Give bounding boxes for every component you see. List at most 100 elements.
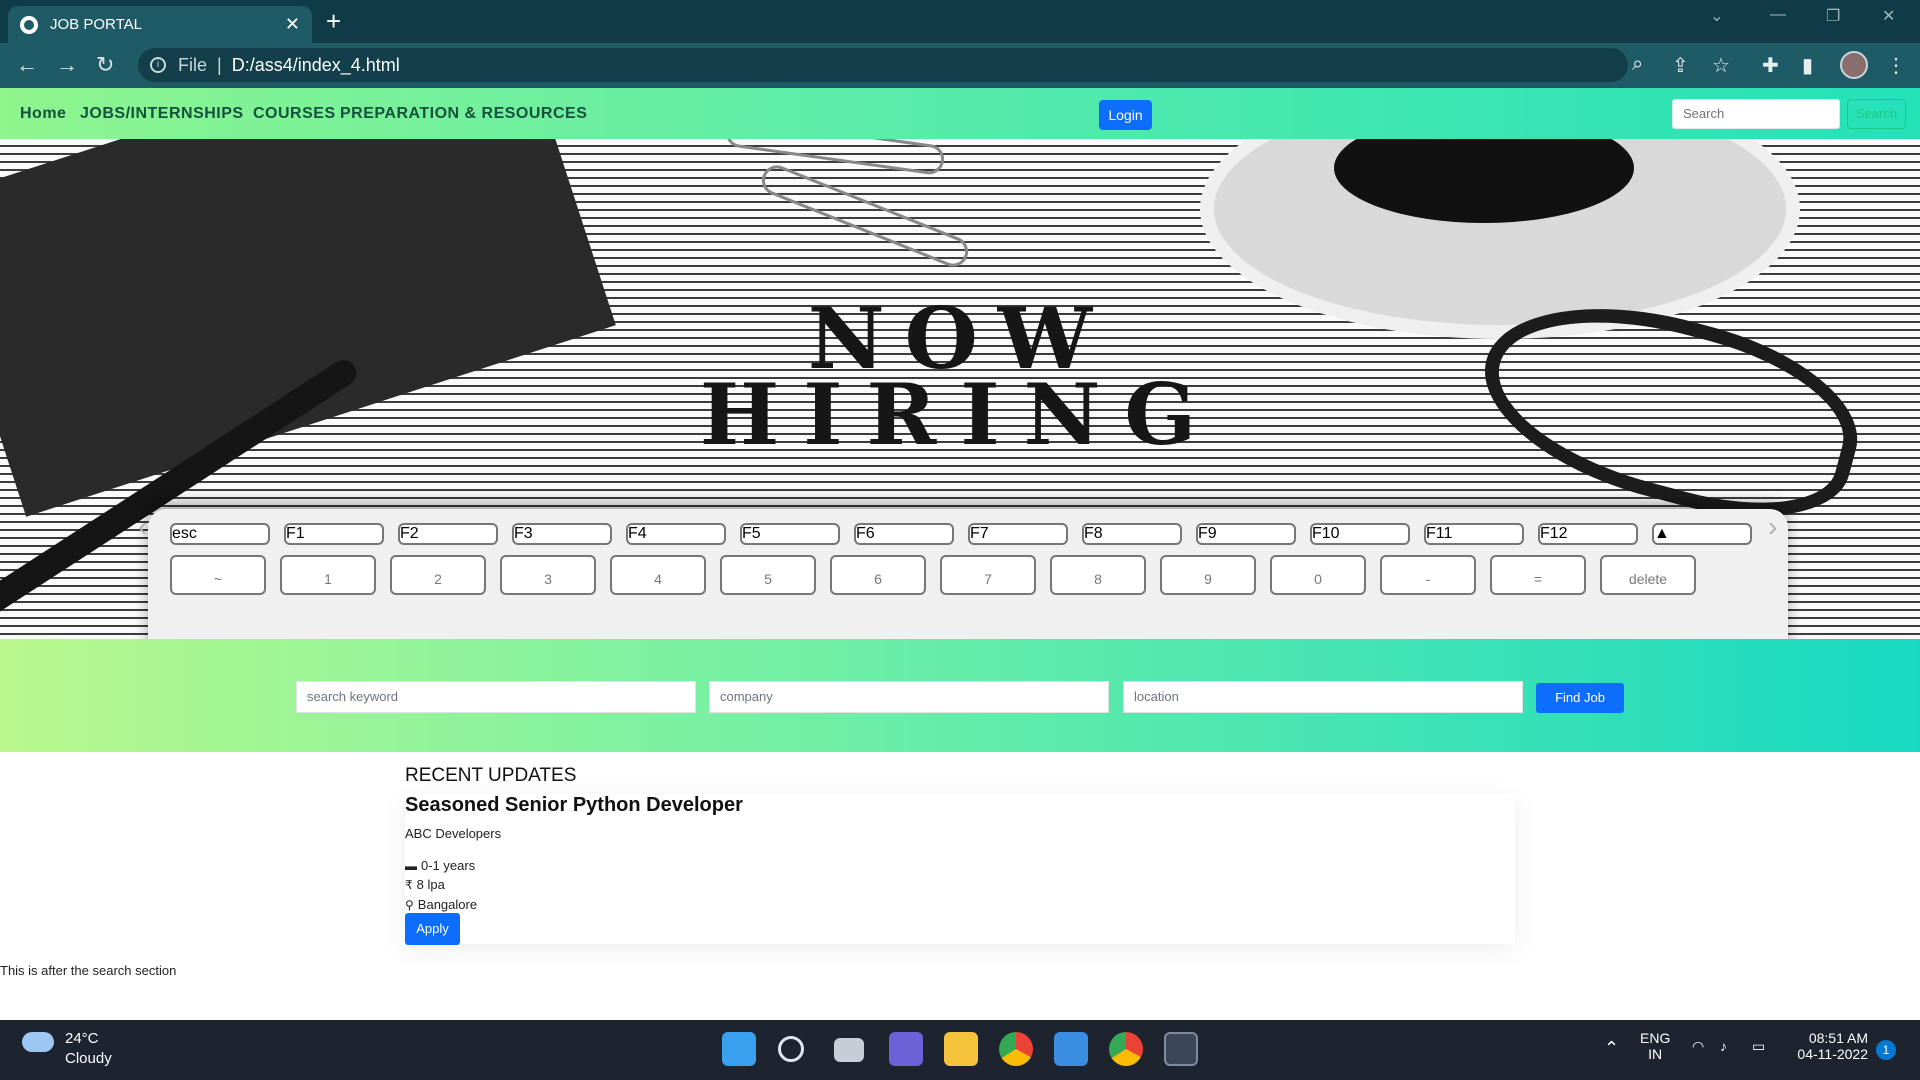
login-button[interactable]: Login [1099,100,1152,130]
keyboard-key: ~ [170,555,266,595]
keyboard-key: = [1490,555,1586,595]
tab-search-icon[interactable]: ⌄ [1710,6,1723,26]
keyboard-key: 1 [280,555,376,595]
teams-chat-icon[interactable] [889,1032,923,1066]
job-search-section: search keyword company location Find Job [0,639,1920,752]
address-url: D:/ass4/index_4.html [231,54,400,75]
nav-jobs-internships[interactable]: JOBS/INTERNSHIPS [80,105,244,123]
profile-avatar[interactable] [1840,51,1868,79]
minimize-icon[interactable]: — [1770,6,1786,24]
nav-home[interactable]: Home [20,105,66,123]
bookmark-star-icon[interactable]: ☆ [1712,53,1730,78]
os-taskbar: 24°C Cloudy ⌃ ENG IN ◠ ♪ ▭ 08:51 AM 04-1… [0,1020,1920,1080]
chrome-profile-icon[interactable] [1109,1032,1143,1066]
keyboard-key: ▲ [1652,523,1752,545]
keyboard-key: 5 [720,555,816,595]
keyboard-key: 0 [1270,555,1366,595]
rupee-icon: ₹ [405,877,413,892]
cloud-icon[interactable] [22,1032,54,1052]
keyboard-key: 2 [390,555,486,595]
weather-desc: Cloudy [65,1050,112,1067]
tab-close-icon[interactable]: ✕ [285,14,300,35]
site-navbar: Home JOBS/INTERNSHIPS COURSES PREPARATIO… [0,88,1920,139]
keyword-input[interactable]: search keyword [296,681,696,713]
back-icon[interactable]: ← [16,51,38,79]
address-bar[interactable]: i File | D:/ass4/index_4.html [138,48,1628,82]
job-location-value: Bangalore [417,897,478,912]
notification-badge[interactable]: 1 [1876,1040,1896,1060]
find-job-button[interactable]: Find Job [1536,683,1624,713]
keyboard-key: 7 [940,555,1036,595]
search-icon[interactable] [778,1036,804,1062]
job-location: ⚲ Bangalore [405,897,477,912]
side-panel-icon[interactable]: ▮ [1802,53,1813,78]
job-experience: ▬ 0-1 years [405,858,475,873]
keyboard-key: 9 [1160,555,1256,595]
language-indicator[interactable]: ENG IN [1640,1030,1670,1062]
keyboard-key: 6 [830,555,926,595]
extensions-icon[interactable]: ✚ [1762,53,1779,78]
keyboard-key: F3 [512,523,612,545]
navbar-search-button[interactable]: Search [1847,99,1906,129]
keyboard-key: F6 [854,523,954,545]
job-salary-value: 8 lpa [416,877,445,892]
battery-icon[interactable]: ▭ [1752,1038,1765,1055]
keyboard-key: 8 [1050,555,1146,595]
hero-keyboard-graphic: esc F1 F2 F3 F4 F5 F6 F7 F8 F9 F10 F11 F12 ▲ ~1 2 3 4 5 6 7… [148,509,1788,639]
location-input[interactable]: location [1123,681,1523,713]
keyboard-key: 3 [500,555,596,595]
wifi-icon[interactable]: ◠ [1692,1038,1704,1055]
keyboard-key: - [1380,555,1476,595]
navbar-search-input[interactable]: Search [1672,99,1840,129]
keyboard-key: F9 [1196,523,1296,545]
keyboard-key: esc [170,523,270,545]
snipping-tool-icon[interactable] [1164,1032,1198,1066]
paperclip-graphic [757,160,973,272]
tab-title: JOB PORTAL [50,16,142,33]
new-tab-button[interactable]: + [326,6,341,36]
nav-courses[interactable]: COURSES [253,105,336,123]
lang-code: ENG [1640,1030,1671,1046]
chrome-icon[interactable] [999,1032,1033,1066]
file-explorer-icon[interactable] [944,1032,978,1066]
recent-updates-heading: RECENT UPDATES [405,765,577,786]
close-window-icon[interactable]: ✕ [1882,6,1895,26]
browser-toolbar: ← → ↻ i File | D:/ass4/index_4.html ⌕ ⇪ … [0,43,1920,88]
clock[interactable]: 08:51 AM 04-11-2022 [1790,1030,1868,1062]
after-search-text: This is after the search section [0,963,177,978]
reload-icon[interactable]: ↻ [96,51,114,79]
clock-time: 08:51 AM [1808,1030,1868,1046]
forward-icon[interactable]: → [56,51,78,79]
keyboard-key: F4 [626,523,726,545]
keyboard-key: F10 [1310,523,1410,545]
keyboard-key: F5 [740,523,840,545]
region-code: IN [1648,1046,1663,1062]
job-salary: ₹ 8 lpa [405,877,445,892]
zoom-icon[interactable]: ⌕ [1632,53,1643,76]
globe-icon [20,15,38,34]
hero-carousel: NOW HIRING esc F1 F2 F3 F4 F5 F6 F7 F8 F9 F10 F11 F1… [0,139,1920,639]
restore-icon[interactable]: ❐ [1826,6,1840,26]
job-experience-value: 0-1 years [421,858,476,873]
site-info-icon[interactable]: i [150,57,166,73]
company-input[interactable]: company [709,681,1109,713]
nav-preparation-resources[interactable]: PREPARATION & RESOURCES [340,105,587,123]
apply-button[interactable]: Apply [405,913,460,945]
chevron-up-icon[interactable]: ⌃ [1604,1038,1619,1059]
mail-icon[interactable] [1054,1032,1088,1066]
keyboard-key: delete [1600,555,1696,595]
share-icon[interactable]: ⇪ [1672,53,1689,78]
address-separator: | [217,54,222,75]
carousel-prev-icon[interactable]: ‹ [138,511,147,543]
task-view-icon[interactable] [834,1038,864,1062]
browser-tab[interactable]: JOB PORTAL ✕ [8,6,312,43]
keyboard-key: F8 [1082,523,1182,545]
hero-hiring-text: HIRING [699,365,1221,464]
volume-icon[interactable]: ♪ [1720,1038,1727,1054]
weather-temp: 24°C [65,1030,99,1047]
map-pin-icon: ⚲ [405,897,414,912]
start-windows-icon[interactable] [722,1032,756,1066]
menu-kebab-icon[interactable]: ⋮ [1886,53,1906,78]
carousel-next-icon[interactable]: › [1768,511,1777,543]
briefcase-icon: ▬ [405,858,417,873]
